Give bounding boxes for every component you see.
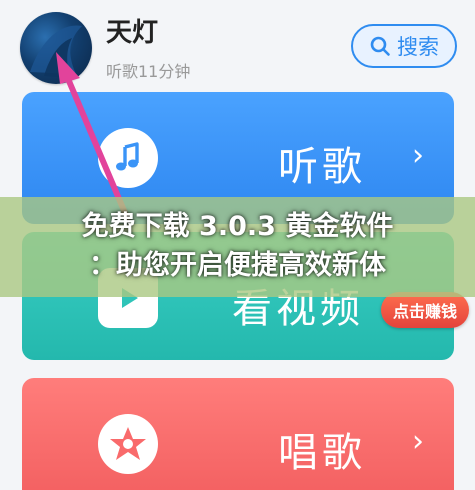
banner-line-1: 免费下载 3.0.3 黄金软件 <box>81 211 394 242</box>
star-mic-icon <box>98 414 158 474</box>
banner-line-2: ：助您开启便捷高效新体 <box>89 250 386 281</box>
chevron-right-icon: › <box>412 424 424 459</box>
avatar-image <box>30 25 82 78</box>
search-label: 搜索 <box>397 35 439 59</box>
listen-time: 听歌11分钟 <box>106 62 191 81</box>
search-button[interactable]: 搜索 <box>351 24 457 68</box>
listen-label: 听歌 <box>278 144 366 190</box>
app-screen: 天灯 听歌11分钟 搜索 听歌 › 看视频 点击赚钱 唱歌 › 免费下载 3.0… <box>0 0 475 490</box>
chevron-right-icon: › <box>412 138 424 173</box>
user-name: 天灯 <box>106 18 159 48</box>
sing-card[interactable]: 唱歌 › <box>22 378 454 490</box>
reward-badge[interactable]: 点击赚钱 <box>380 292 469 328</box>
avatar[interactable] <box>20 12 92 84</box>
sing-label: 唱歌 <box>278 430 366 476</box>
music-note-icon <box>98 128 158 188</box>
search-icon <box>370 36 390 56</box>
